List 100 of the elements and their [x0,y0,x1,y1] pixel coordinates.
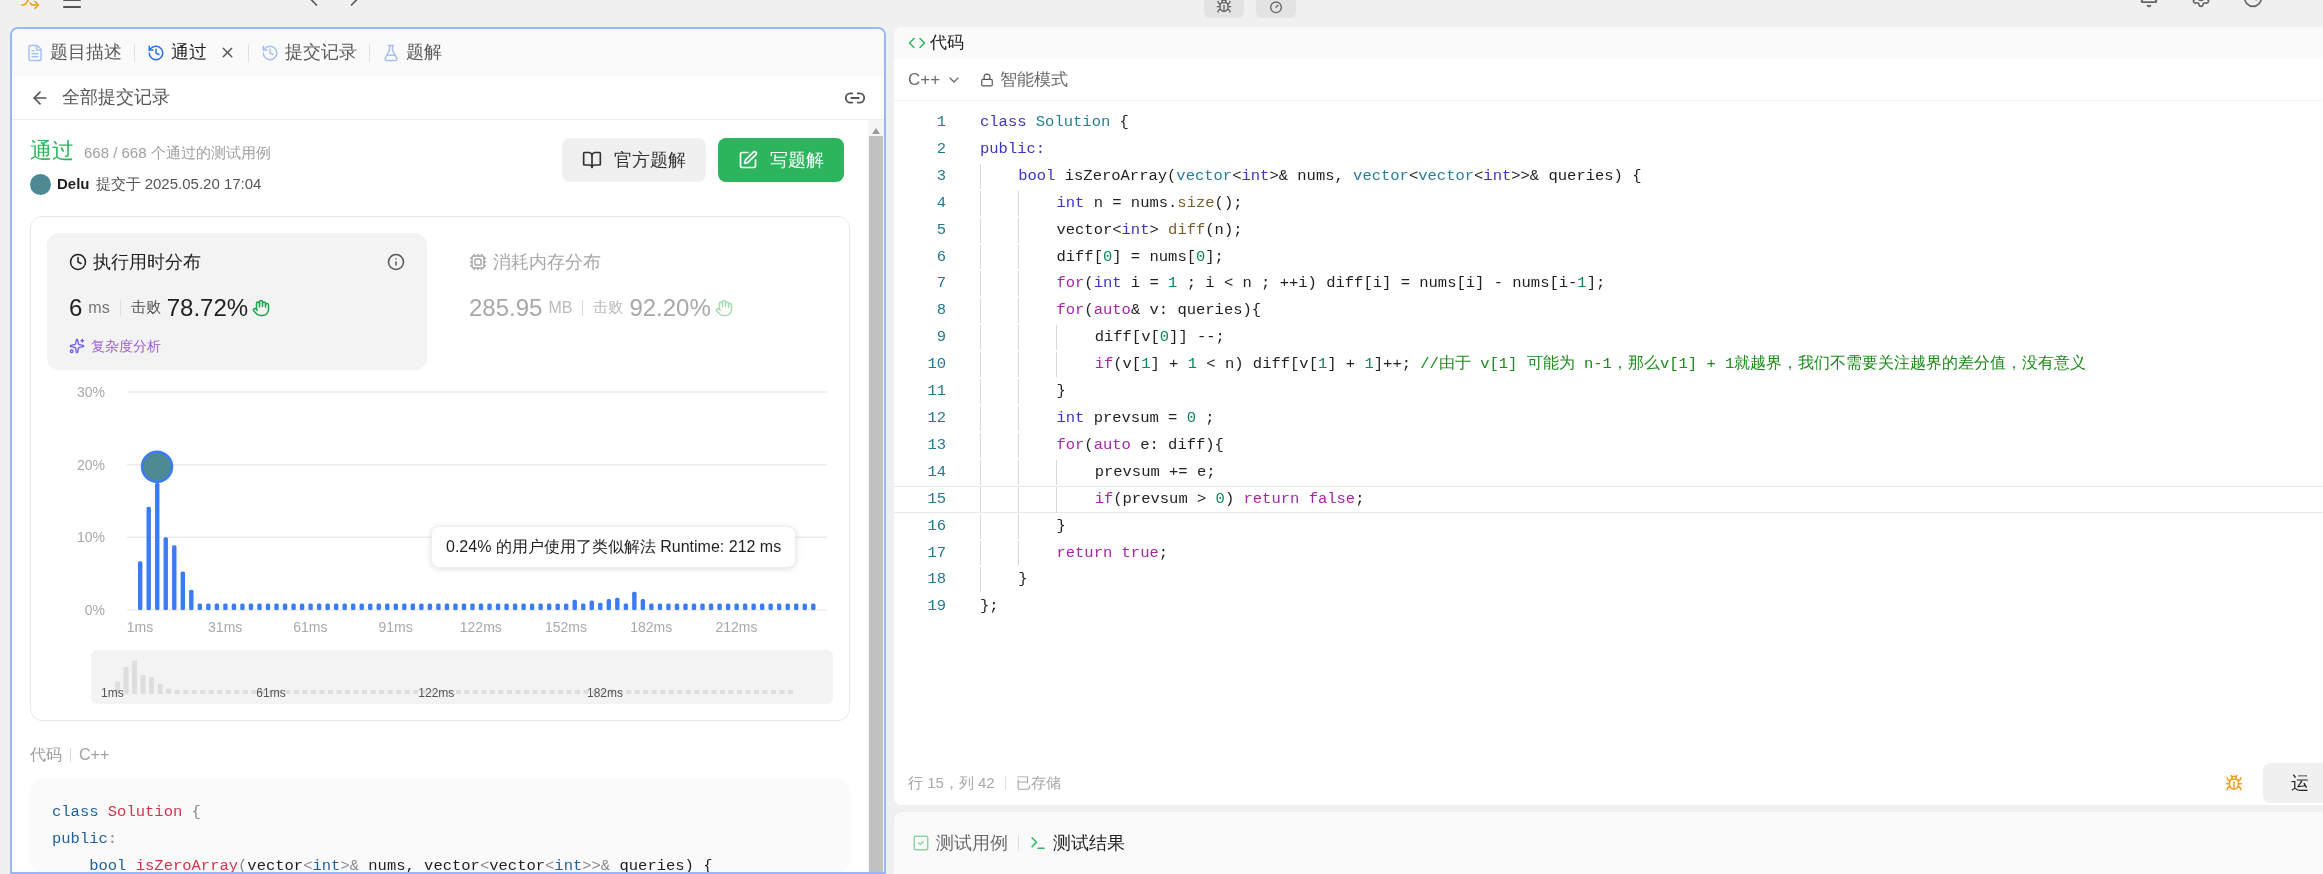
chart-bar [206,602,211,610]
info-icon[interactable] [387,253,405,271]
chart-bar [615,597,620,610]
chart-bar [470,602,475,610]
stat-value: 6 [69,292,83,323]
chart-bar [794,602,799,610]
tab-label: 测试结果 [1053,831,1125,855]
beats-value: 92.20% [629,292,711,323]
code-line: return true; [980,540,1169,566]
line-number: 13 [926,434,946,456]
timer-icon [1268,0,1284,14]
checkbox-icon [912,834,930,852]
chart-bar [231,602,237,610]
submit-time: 提交于 2025.05.20 17:04 [95,174,262,194]
chart-bar [649,602,654,610]
chart-bar [240,602,245,610]
line-number: 12 [926,407,946,429]
line-number: 8 [935,300,946,322]
chart-bar [623,602,629,610]
stat-panel[interactable]: 执行用时分布 6 ms 击败 78.72% 复杂度分析 [47,232,427,370]
code-line: int n = nums.size(); [980,190,1243,216]
complexity-link[interactable]: 复杂度分析 [91,335,161,357]
y-tick-label: 0% [84,601,105,618]
chart-bar [351,602,356,610]
panel-tab[interactable]: 题目描述 [26,39,122,66]
official-solution-button[interactable]: 官方题解 [562,138,706,182]
chart-bar [598,602,603,610]
user-marker [140,450,174,483]
chart-bar [777,602,782,610]
chart-bar [223,602,228,610]
chart-bar [172,544,177,610]
save-status: 已存储 [1015,772,1061,793]
x-tick-label: 91ms [378,618,413,635]
chart-bar [691,602,697,610]
clock-icon [69,253,87,271]
chart-bar [546,602,552,610]
chart-bar [538,602,543,610]
chart-bar [504,602,509,610]
chart-bar [589,600,594,610]
chart-bar [376,602,381,610]
code-line: if(prevsum > 0) return false; [980,486,1365,512]
chart-bar [274,602,279,610]
panel-tab[interactable]: 提交记录 [261,39,357,66]
user-name[interactable]: Delu [57,173,90,196]
x-tick-label: 122ms [459,618,502,635]
chart-bar [768,602,773,610]
code-line: class Solution { [52,801,201,823]
line-number: 1 [935,112,946,133]
chart-bar [606,598,611,610]
chart-bar [342,602,347,610]
chart-bar [197,602,203,610]
range-overview[interactable]: 1ms 61ms 122ms 182ms [91,649,833,704]
run-button[interactable]: 运 [2263,763,2323,803]
chart-bar [180,571,185,610]
panel-tab[interactable]: 测试结果 [1029,829,1125,857]
clap-icon [252,298,271,317]
chart-bar [632,591,637,610]
history-icon [261,43,279,62]
code-line: diff[v[0]] --; [980,325,1225,351]
y-tick-label: 20% [76,456,105,473]
line-number: 6 [935,246,946,268]
chart-bar [734,602,739,610]
document-icon [26,43,44,62]
lock-icon [980,72,995,87]
line-number: 3 [935,165,946,187]
x-tick-label: 182ms [630,618,673,635]
scroll-up-icon[interactable] [872,128,880,134]
x-tick-label: 31ms [208,618,243,635]
chart-bar [487,602,492,610]
chart-bar [393,602,398,610]
code-line: }; [980,596,999,618]
code-line: } [980,513,1066,539]
stat-unit: MB [548,297,573,318]
pen-icon [738,150,758,170]
beats-value: 78.72% [166,292,249,323]
chart-bar [248,602,254,610]
chart-bar [453,602,458,610]
panel-tab[interactable]: 测试用例 [912,829,1008,857]
tab-label: 测试用例 [936,831,1008,855]
chart-bar [564,602,569,610]
line-number: 16 [926,515,946,537]
line-number: 19 [926,596,946,618]
chart-bar [478,602,484,610]
line-number: 9 [935,327,946,349]
y-tick-label: 10% [76,528,105,545]
panel-tab[interactable]: 题解 [382,39,442,66]
back-link[interactable]: 全部提交记录 [62,84,170,111]
line-number: 14 [926,461,946,483]
overview-label: 122ms [418,684,455,702]
panel-tab[interactable]: 通过 [147,39,236,66]
code-line: class Solution { [980,112,1129,133]
chart-bar [512,602,518,610]
code-line: int prevsum = 0 ; [980,405,1215,431]
tab-label: 题解 [406,41,442,64]
language-select[interactable]: C++ [908,66,963,93]
x-tick-label: 1ms [126,618,154,635]
stat-title: 执行用时分布 [93,250,201,274]
line-number: 5 [935,219,946,241]
scrollbar[interactable] [868,120,884,872]
chart-tooltip: 0.24% 的用户使用了类似解法 Runtime: 212 ms [431,525,797,568]
